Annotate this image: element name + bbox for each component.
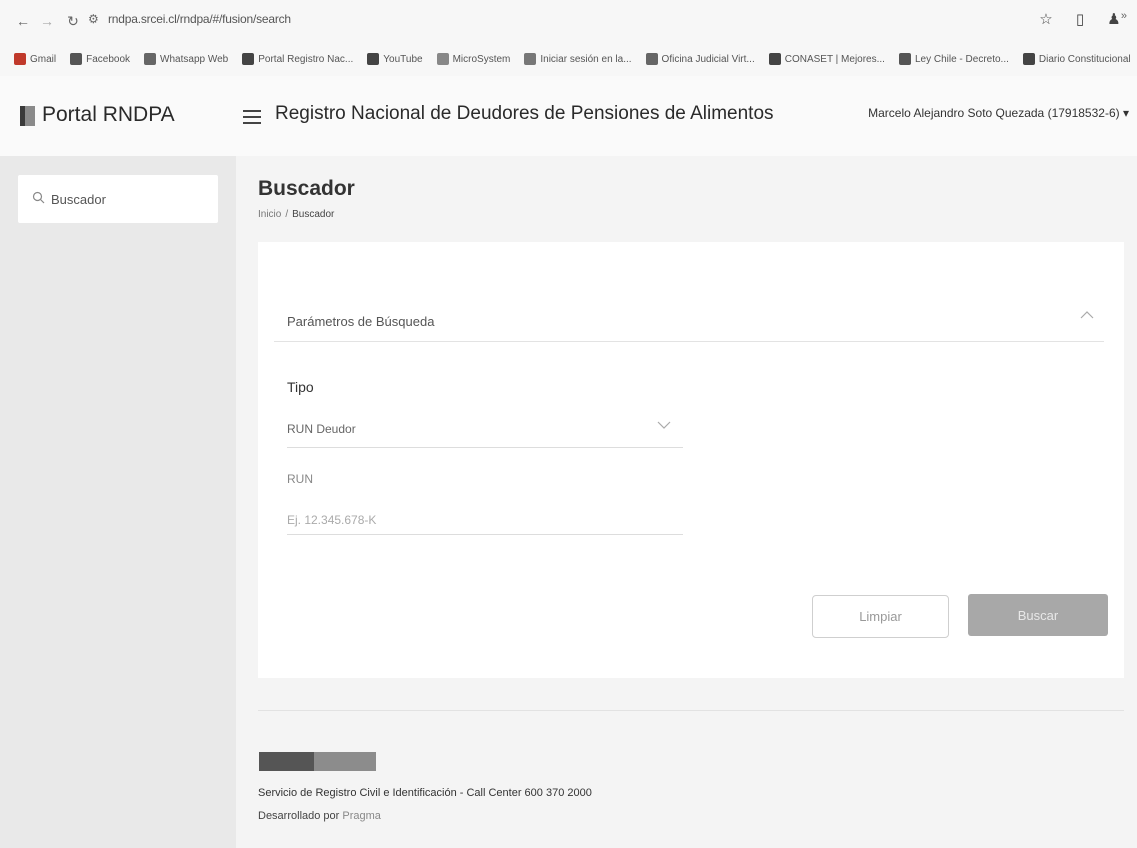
search-icon — [32, 191, 45, 207]
bookmark-item[interactable]: Whatsapp Web — [144, 53, 228, 65]
bookmark-label: Whatsapp Web — [160, 53, 229, 65]
page-title: Buscador — [258, 177, 355, 200]
header-title: Registro Nacional de Deudores de Pension… — [275, 103, 774, 124]
bookmark-label: MicroSystem — [452, 53, 511, 65]
caret-down-icon: ▾ — [1122, 106, 1129, 120]
sidepanel-icon[interactable]: ▯ — [1071, 10, 1089, 28]
bookmark-label: Iniciar sesión en la... — [540, 53, 632, 65]
chevron-up-icon[interactable] — [1080, 308, 1094, 322]
portal-icon — [242, 53, 255, 65]
portal-logo-text[interactable]: Portal RNDPA — [42, 103, 175, 127]
more-bookmarks-icon[interactable]: » — [1121, 10, 1127, 22]
bookmark-label: YouTube — [383, 53, 423, 65]
bookmark-label: Diario Constitucional — [1038, 53, 1131, 65]
user-menu[interactable]: Marcelo Alejandro Soto Quezada (17918532… — [868, 106, 1129, 120]
registro-civil-logo — [259, 752, 376, 771]
diario-icon — [1022, 53, 1035, 65]
bookmark-label: Ley Chile - Decreto... — [914, 53, 1009, 65]
breadcrumb-current: Buscador — [292, 209, 335, 220]
tipo-select[interactable]: RUN Deudor — [287, 412, 683, 448]
microsoft-icon — [524, 53, 537, 65]
bookmark-item[interactable]: Portal Registro Nac... — [242, 53, 353, 65]
bookmark-item[interactable]: Diario Constitucional — [1022, 53, 1131, 65]
bookmark-label: Facebook — [86, 53, 131, 65]
footer-developed-by: Desarrollado por — [258, 810, 340, 822]
hamburger-menu-icon[interactable] — [243, 110, 261, 124]
rndpa-logo — [20, 106, 35, 126]
sidebar — [0, 156, 236, 848]
clear-button[interactable]: Limpiar — [812, 595, 949, 638]
browser-actions: ☆ ▯ ♟ — [1037, 10, 1123, 28]
search-button[interactable]: Buscar — [968, 594, 1108, 636]
tipo-label: Tipo — [287, 379, 314, 395]
bookmark-item[interactable]: Iniciar sesión en la... — [524, 53, 632, 65]
judicial-icon — [645, 53, 658, 65]
run-input[interactable] — [287, 505, 683, 535]
facebook-icon — [70, 53, 83, 65]
tipo-selected-value: RUN Deudor — [287, 422, 356, 436]
site-settings-icon[interactable]: ⚙ — [88, 12, 102, 26]
whatsapp-icon — [144, 53, 157, 65]
bookmark-item[interactable]: Ley Chile - Decreto... — [898, 53, 1009, 65]
footer-contact: Servicio de Registro Civil e Identificac… — [258, 787, 592, 799]
leychile-icon — [898, 53, 911, 65]
bookmark-label: Portal Registro Nac... — [258, 53, 354, 65]
chevron-down-icon — [657, 418, 671, 432]
footer-credits: Desarrollado por Pragma — [258, 810, 381, 822]
forward-icon[interactable]: → — [34, 8, 60, 34]
user-name: Marcelo Alejandro Soto Quezada (17918532… — [868, 106, 1120, 120]
sidebar-item-buscador[interactable]: Buscador — [18, 175, 218, 223]
pragma-link[interactable]: Pragma — [342, 810, 381, 822]
bookmark-item[interactable]: YouTube — [367, 53, 423, 65]
sidebar-item-label: Buscador — [51, 191, 106, 207]
search-params-header[interactable]: Parámetros de Búsqueda — [274, 290, 1104, 342]
breadcrumb-home[interactable]: Inicio — [258, 209, 281, 220]
bookmark-item[interactable]: Gmail — [14, 53, 56, 65]
search-params-title: Parámetros de Búsqueda — [287, 314, 435, 329]
breadcrumb: Inicio / Buscador — [258, 209, 334, 220]
reload-icon[interactable]: ↻ — [60, 8, 86, 34]
back-icon[interactable]: ← — [10, 8, 36, 34]
footer-divider — [258, 710, 1124, 711]
youtube-icon — [367, 53, 380, 65]
bookmarks-bar: Gmail Facebook Whatsapp Web Portal Registro… — [0, 42, 1137, 76]
bookmark-label: CONASET | Mejores... — [784, 53, 885, 65]
bookmark-item[interactable]: Oficina Judicial Virt... — [645, 53, 755, 65]
address-bar[interactable]: rndpa.srcei.cl/rndpa/#/fusion/search — [108, 12, 291, 26]
breadcrumb-separator: / — [285, 209, 289, 220]
gmail-icon — [14, 53, 26, 65]
bookmark-label: Gmail — [30, 53, 57, 65]
browser-toolbar: ← → ↻ ⚙ rndpa.srcei.cl/rndpa/#/fusion/se… — [0, 0, 1137, 42]
microsystem-icon — [436, 53, 449, 65]
bookmark-item[interactable]: CONASET | Mejores... — [768, 53, 885, 65]
bookmark-item[interactable]: MicroSystem — [436, 53, 511, 65]
run-label: RUN — [287, 472, 313, 486]
conaset-icon — [768, 53, 781, 65]
bookmark-item[interactable]: Facebook — [70, 53, 130, 65]
bookmark-label: Oficina Judicial Virt... — [661, 53, 755, 65]
star-icon[interactable]: ☆ — [1037, 10, 1055, 28]
